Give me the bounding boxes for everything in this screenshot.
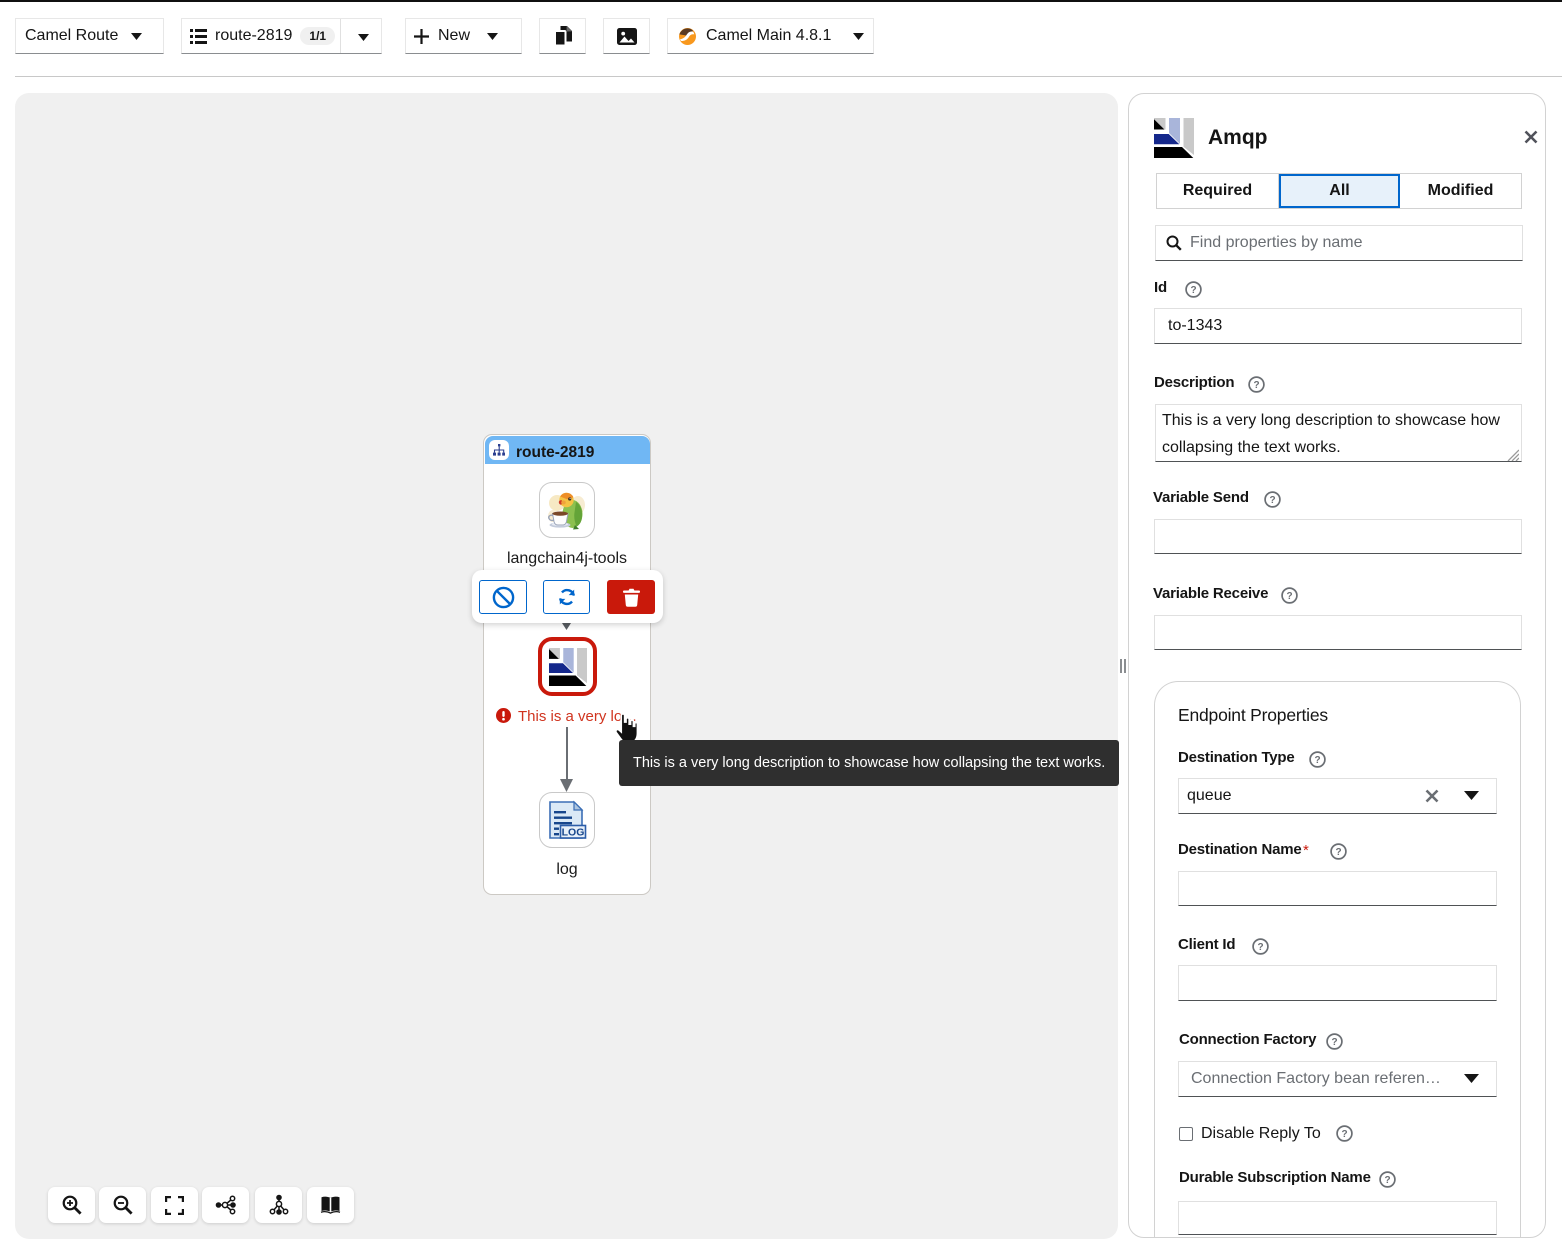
- svg-text:?: ?: [1257, 942, 1263, 953]
- svg-text:?: ?: [1269, 495, 1275, 506]
- svg-text:?: ?: [1253, 380, 1259, 391]
- svg-text:?: ?: [1335, 847, 1341, 858]
- svg-text:?: ?: [1190, 285, 1196, 296]
- svg-text:?: ?: [1331, 1037, 1337, 1048]
- svg-text:LOG: LOG: [562, 827, 585, 839]
- svg-text:?: ?: [1384, 1175, 1390, 1186]
- svg-text:?: ?: [1341, 1129, 1347, 1140]
- svg-text:?: ?: [1286, 591, 1292, 602]
- svg-text:?: ?: [1314, 755, 1320, 766]
